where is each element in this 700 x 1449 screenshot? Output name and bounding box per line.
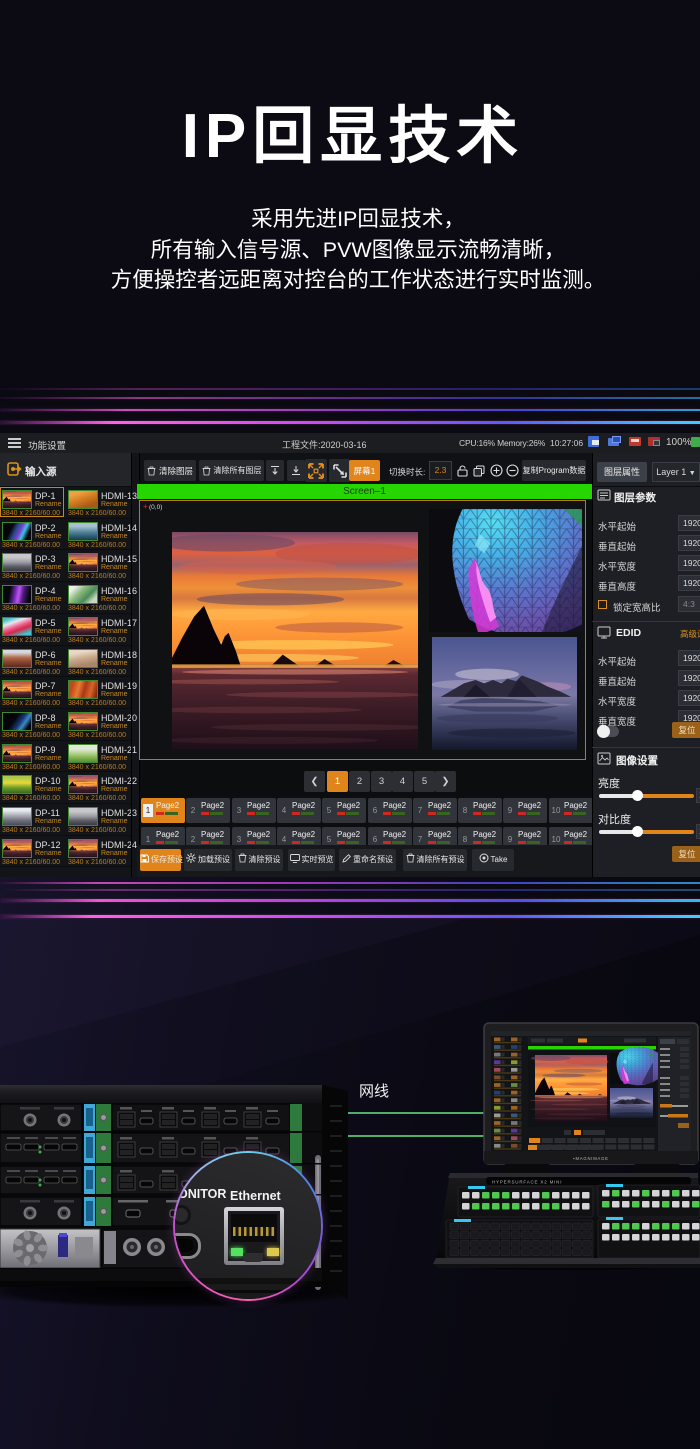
svg-text:▪MAGNIMAGE: ▪MAGNIMAGE [573,1156,609,1161]
svg-text:HYPERSURFACE X2 MINI: HYPERSURFACE X2 MINI [492,1180,562,1185]
